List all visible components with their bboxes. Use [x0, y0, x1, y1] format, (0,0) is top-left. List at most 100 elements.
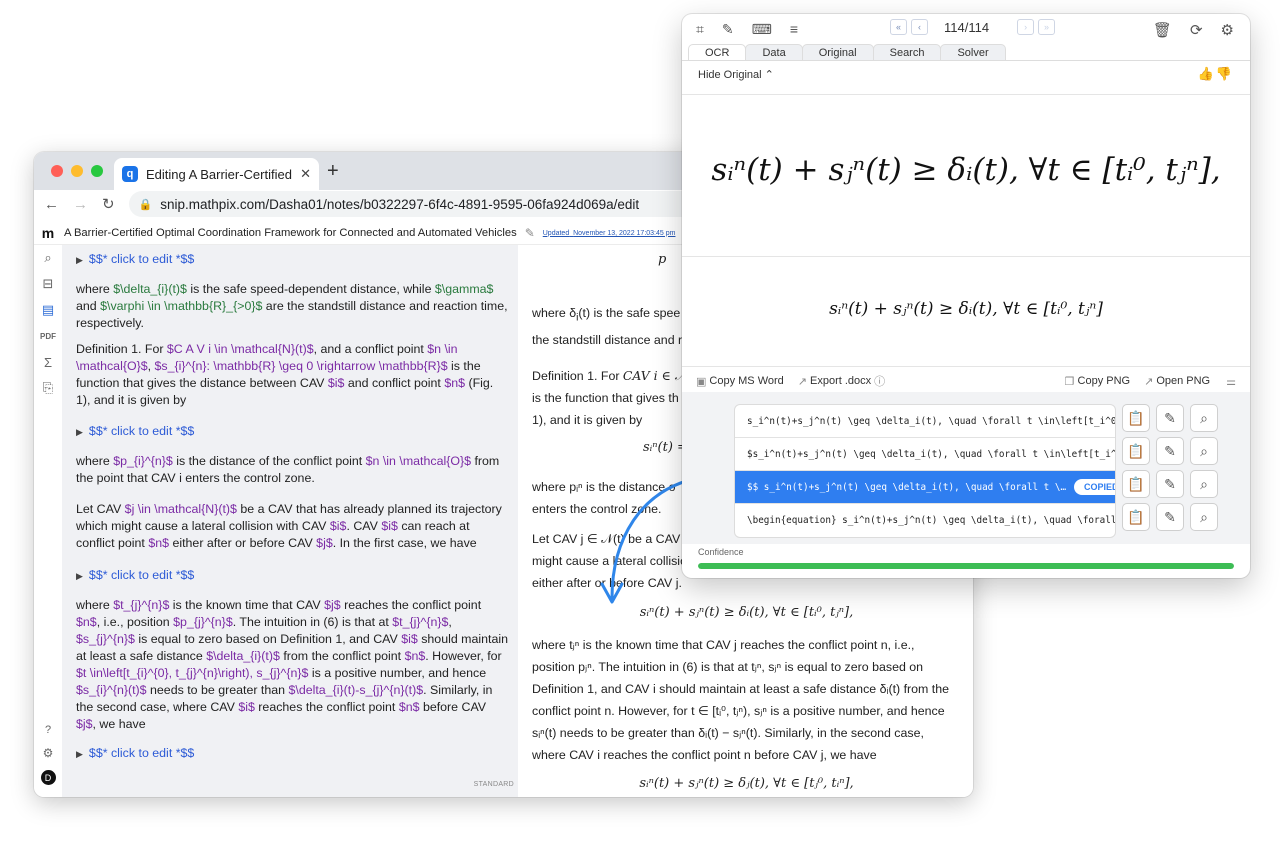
edit-icon[interactable]: ✎	[1156, 470, 1184, 498]
help-icon[interactable]: ?	[45, 724, 51, 736]
settings-icon[interactable]: ⚙	[43, 746, 54, 760]
edit-icon[interactable]: ✎	[1156, 437, 1184, 465]
math-block-4[interactable]: ▶ $$* click to edit *$$	[76, 745, 508, 763]
snip-tabs: OCR Data Original Search Solver	[682, 44, 1250, 61]
expand-arrow-icon[interactable]: ▶	[76, 255, 83, 265]
result-list: s_i^n(t)+s_j^n(t) \geq \delta_i(t), \qua…	[734, 404, 1116, 538]
left-sidebar: ⌕ ⊟ ▤ PDF Σ ⎘ ? ⚙ D	[34, 245, 62, 797]
help-icon[interactable]: ⓘ	[874, 373, 885, 389]
clipboard-icon[interactable]: 📋	[1122, 437, 1150, 465]
forward-icon[interactable]: →	[73, 196, 88, 213]
refresh-icon[interactable]: ⟳	[1190, 21, 1203, 39]
browser-tab[interactable]: q Editing A Barrier-Certified Opti ✕	[114, 158, 319, 190]
tab-data[interactable]: Data	[745, 44, 803, 60]
mathpix-favicon-icon: q	[122, 166, 138, 182]
expand-arrow-icon[interactable]: ▶	[76, 749, 83, 759]
editor-paragraph-4[interactable]: Let CAV $j \in \mathcal{N}(t)$ be a CAV …	[76, 501, 508, 552]
confidence-bar	[698, 563, 1234, 569]
confidence-label: Confidence	[698, 547, 744, 557]
math-block-3[interactable]: ▶ $$* click to edit *$$	[76, 567, 508, 585]
markdown-editor[interactable]: ▶ $$* click to edit *$$ where $\delta_{i}…	[62, 245, 518, 797]
clipboard-icon[interactable]: 📋	[1122, 404, 1150, 432]
search-icon[interactable]: ⌕	[1190, 503, 1218, 531]
snip-toolbar: ⌗ ✎ ⌨ ≡ « ‹ 114/114 › » 🗑 ⟳ ⚙	[682, 14, 1250, 44]
confidence-bar-fill	[698, 563, 1234, 569]
minimize-window-button[interactable]	[71, 165, 83, 177]
expand-arrow-icon[interactable]: ▶	[76, 571, 83, 581]
editor-paragraph-5[interactable]: where $t_{j}^{n}$ is the known time that…	[76, 597, 508, 733]
sliders-icon[interactable]: ⚌	[1226, 375, 1236, 388]
pdf-icon[interactable]: PDF	[34, 323, 62, 349]
gear-icon[interactable]: ⚙	[1221, 21, 1234, 39]
feedback-thumbs[interactable]: 👍👎	[1198, 66, 1234, 82]
keyboard-icon[interactable]: ⌨	[752, 21, 772, 38]
export-icon: ↗	[797, 375, 807, 388]
open-png-button[interactable]: ↗ Open PNG	[1144, 375, 1210, 388]
new-tab-icon[interactable]: +	[327, 160, 339, 183]
copy-icon: ❐	[1064, 375, 1075, 388]
search-icon[interactable]: ⌕	[1190, 437, 1218, 465]
thumbs-up-icon[interactable]: 👍	[1198, 66, 1216, 81]
export-docx-button[interactable]: ↗ Export .docx ⓘ	[798, 373, 885, 389]
back-icon[interactable]: ←	[44, 196, 59, 213]
expand-arrow-icon[interactable]: ▶	[76, 427, 83, 437]
tab-original[interactable]: Original	[801, 44, 874, 60]
copy-ms-word-button[interactable]: ▣ Copy MS Word	[696, 375, 784, 388]
result-item-inline[interactable]: $s_i^n(t)+s_j^n(t) \geq \delta_i(t), \qu…	[735, 438, 1115, 471]
search-icon[interactable]: ⌕	[1190, 470, 1218, 498]
math-block-2[interactable]: ▶ $$* click to edit *$$	[76, 423, 508, 441]
copy-png-button[interactable]: ❐ Copy PNG	[1065, 375, 1130, 388]
clipboard-icon[interactable]: 📋	[1122, 503, 1150, 531]
mathpix-logo[interactable]: m	[40, 225, 56, 241]
snip-window: ⌗ ✎ ⌨ ≡ « ‹ 114/114 › » 🗑 ⟳ ⚙ OCR Data O…	[682, 14, 1250, 578]
maximize-window-button[interactable]	[91, 165, 103, 177]
result-actions: 📋 ✎ ⌕ 📋 ✎ ⌕ 📋 ✎ ⌕ 📋 ✎ ⌕	[1122, 404, 1218, 531]
outline-icon[interactable]: ⊟	[34, 271, 62, 297]
editor-paragraph-1[interactable]: where $\delta_{i}(t)$ is the safe speed-…	[76, 281, 508, 332]
document-icon[interactable]: ▤	[34, 297, 62, 323]
copy-actions-row: ▣ Copy MS Word ↗ Export .docx ⓘ ❐ Copy PNG …	[696, 373, 1236, 389]
search-icon[interactable]: ⌕	[1190, 404, 1218, 432]
result-item-display[interactable]: $$ s_i^n(t)+s_j^n(t) \geq \delta_i(t), \…	[735, 471, 1115, 504]
thumbs-down-icon[interactable]: 👎	[1216, 66, 1234, 81]
tab-ocr[interactable]: OCR	[688, 44, 747, 60]
reload-icon[interactable]: ↻	[102, 195, 115, 213]
sigma-icon[interactable]: Σ	[34, 349, 62, 375]
updated-label[interactable]: Updated November 13, 2022 17:03:45 pm	[543, 230, 676, 237]
next-page-button[interactable]: ›	[1017, 19, 1035, 35]
hide-original-toggle[interactable]: Hide Original ⌃	[698, 68, 774, 81]
search-icon[interactable]: ⌕	[34, 245, 62, 271]
close-window-button[interactable]	[51, 165, 63, 177]
file-settings-icon[interactable]: ⎘	[34, 375, 62, 401]
url-text: snip.mathpix.com/Dasha01/notes/b0322297-…	[160, 196, 640, 212]
copied-badge: COPIED	[1074, 479, 1115, 495]
tab-close-icon[interactable]: ✕	[300, 166, 311, 182]
menu-icon[interactable]: ≡	[790, 21, 798, 37]
pen-icon[interactable]: ✎	[722, 21, 734, 38]
document-title: A Barrier-Certified Optimal Coordination…	[64, 227, 517, 239]
clipboard-icon[interactable]: 📋	[1122, 470, 1150, 498]
lock-icon: 🔒	[138, 198, 153, 211]
edit-title-icon[interactable]: ✎	[525, 226, 535, 240]
trash-icon[interactable]: 🗑	[1153, 21, 1172, 39]
original-image-equation: sᵢⁿ(t) + sⱼⁿ(t) ≥ δᵢ(t), ∀t ∈ [tᵢ⁰, tⱼⁿ]…	[711, 152, 1221, 188]
result-item-latex[interactable]: s_i^n(t)+s_j^n(t) \geq \delta_i(t), \qua…	[735, 405, 1115, 438]
math-block-1[interactable]: ▶ $$* click to edit *$$	[76, 251, 508, 269]
preview-equation-2: sᵢⁿ(t) + sⱼⁿ(t) ≥ δᵢ(t), ∀t ∈ [tᵢ⁰, tⱼⁿ]…	[639, 605, 854, 620]
divider	[682, 256, 1250, 257]
open-icon: ↗	[1144, 375, 1154, 388]
crop-icon[interactable]: ⌗	[696, 21, 704, 38]
word-icon: ▣	[696, 375, 707, 388]
edit-icon[interactable]: ✎	[1156, 404, 1184, 432]
rendered-equation: sᵢⁿ(t) + sⱼⁿ(t) ≥ δᵢ(t), ∀t ∈ [tᵢ⁰, tⱼⁿ]	[829, 299, 1103, 319]
tab-solver[interactable]: Solver	[940, 44, 1006, 60]
editor-paragraph-3[interactable]: where $p_{i}^{n}$ is the distance of the…	[76, 453, 508, 487]
avatar[interactable]: D	[40, 770, 56, 785]
prev-page-button[interactable]: ‹	[911, 19, 928, 35]
first-page-button[interactable]: «	[890, 19, 907, 35]
last-page-button[interactable]: »	[1038, 19, 1056, 35]
edit-icon[interactable]: ✎	[1156, 503, 1184, 531]
result-item-equation[interactable]: \begin{equation} s_i^n(t)+s_j^n(t) \geq …	[735, 504, 1115, 537]
tab-search[interactable]: Search	[872, 44, 942, 60]
editor-paragraph-2[interactable]: Definition 1. For $C A V i \in \mathcal{…	[76, 341, 508, 409]
